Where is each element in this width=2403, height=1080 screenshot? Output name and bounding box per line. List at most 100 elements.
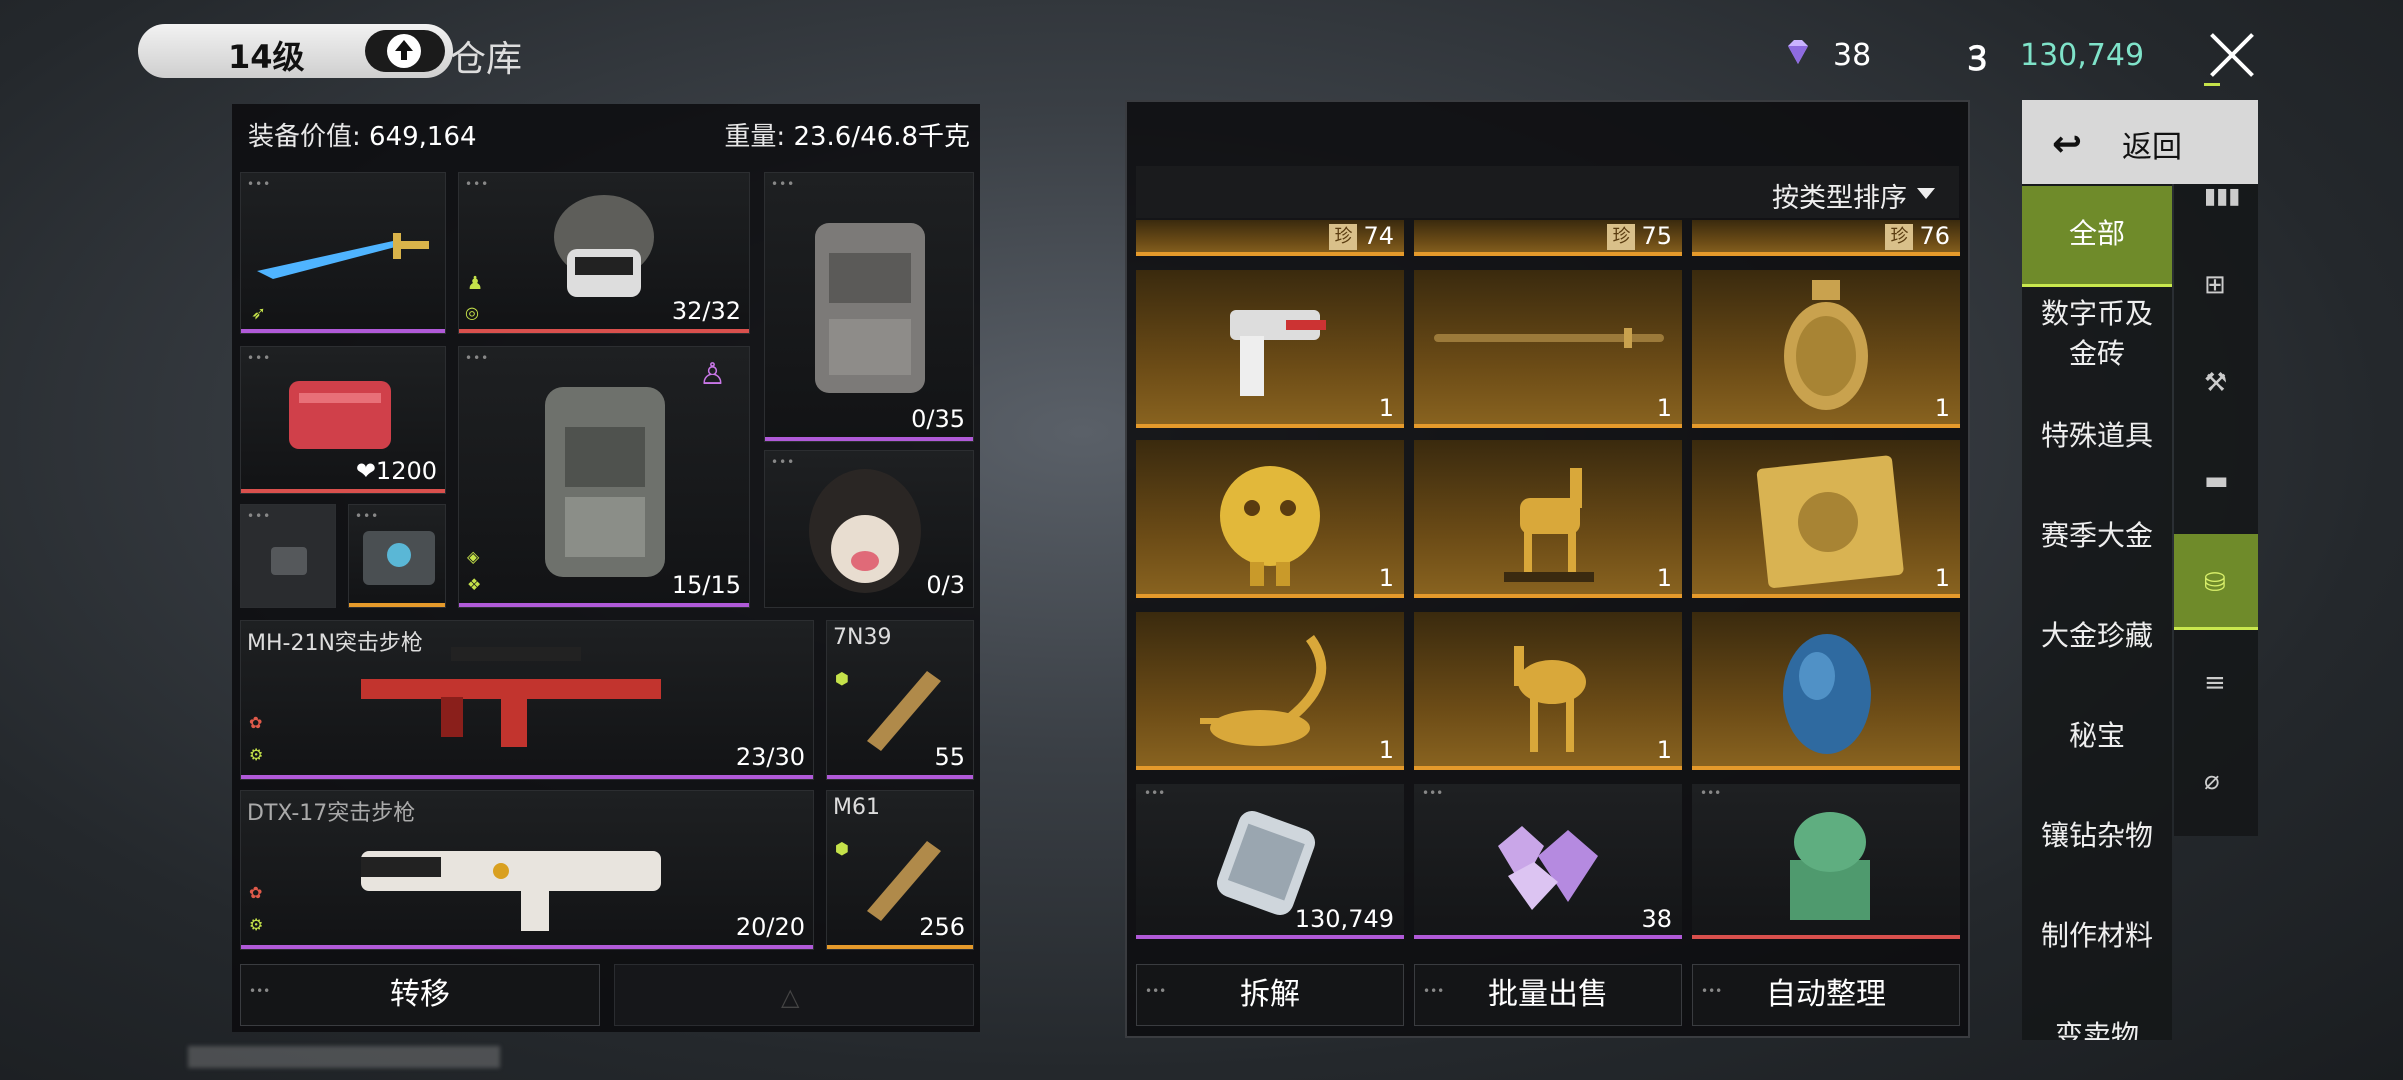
jade-seal-icon — [1790, 812, 1870, 920]
ammo2-slot[interactable]: M61 ⬢ 256 — [826, 790, 974, 950]
page-title: 仓库 — [450, 39, 523, 80]
category-icon-tools[interactable]: ⚒ — [2174, 334, 2258, 430]
storage-item[interactable]: 1 — [1136, 440, 1404, 598]
category-icon-medical[interactable]: ⊞ — [2174, 236, 2258, 332]
armor-count: 15/15 — [671, 571, 741, 599]
gold-deer-icon — [1504, 468, 1594, 582]
backpack-count: 0/35 — [911, 405, 965, 433]
body-figure-icon: ♙ — [699, 357, 726, 392]
medkit-icon — [289, 381, 391, 449]
storage-item[interactable]: 1 — [1692, 270, 1960, 428]
storage-item[interactable]: 1 — [1136, 612, 1404, 770]
category-icon-valuables[interactable]: ⛁ — [2174, 534, 2258, 630]
storage-item[interactable]: 1 — [1414, 270, 1682, 428]
category-icon-materials[interactable]: ⌀ — [2174, 732, 2258, 828]
value-amount: 649,164 — [369, 122, 477, 152]
armor-vest-icon — [545, 387, 665, 577]
mod-icon: ⚙ — [249, 745, 264, 764]
transfer-label: 转移 — [390, 977, 450, 1012]
category-icon-documents[interactable]: ≡ — [2174, 634, 2258, 730]
close-button[interactable] — [2204, 30, 2256, 86]
secondary-weapon-slot[interactable]: DTX-17突击步枪 ✿ ⚙ 20/20 — [240, 790, 814, 950]
dismantle-button[interactable]: 拆解 ••• — [1136, 964, 1404, 1026]
ammo-tag-icon: ⬢ — [835, 839, 849, 858]
goggles-icon: ◎ — [465, 303, 479, 322]
pouch-slot-empty[interactable]: ••• — [240, 504, 336, 608]
bulk-sell-label: 批量出售 — [1488, 977, 1608, 1012]
disabled-action-button: △ — [614, 964, 974, 1026]
gold-vase-icon — [1784, 280, 1868, 410]
helmet-icon — [554, 195, 654, 297]
gold-scorpion-icon — [1200, 635, 1327, 746]
helmet-slot[interactable]: ••• ♟ ◎ 32/32 — [458, 172, 750, 334]
storage-item[interactable]: 珍 74 — [1136, 220, 1404, 256]
storage-item-cash[interactable]: ••• 130,749 — [1136, 784, 1404, 939]
category-gold-collection[interactable]: 大金珍藏 — [2022, 616, 2172, 656]
storage-item-jade-seal[interactable]: ••• — [1692, 784, 1960, 939]
gold-sword-icon — [1434, 328, 1664, 348]
storage-item[interactable]: 1 — [1414, 612, 1682, 770]
gold-gun-icon — [1230, 310, 1326, 396]
blue-sword-icon — [257, 233, 429, 279]
sort-dropdown[interactable]: 按类型排序 — [1136, 166, 1959, 218]
storage-item[interactable]: 1 — [1414, 440, 1682, 598]
category-icon-container[interactable]: ▬ — [2174, 432, 2258, 528]
armor-tag-icon: ❖ — [467, 575, 482, 594]
storage-item[interactable]: 1 — [1136, 270, 1404, 428]
melee-slot[interactable]: ••• ➶ — [240, 172, 446, 334]
gold-document-icon — [1756, 455, 1904, 588]
person-icon: ♟ — [467, 273, 484, 294]
storage-item[interactable]: 珍 76 — [1692, 220, 1960, 256]
value-label: 装备价值: — [248, 122, 361, 152]
level-up-button[interactable] — [365, 30, 445, 72]
coin-count: 130,749 — [2020, 38, 2145, 73]
category-treasure[interactable]: 秘宝 — [2022, 716, 2172, 756]
category-sellables[interactable]: 变卖物 — [2022, 1016, 2172, 1040]
primary-weapon-slot[interactable]: MH-21N突击步枪 ✿ ⚙ 23/30 — [240, 620, 814, 780]
category-special-items[interactable]: 特殊道具 — [2022, 416, 2172, 456]
cash-count: 130,749 — [1294, 905, 1394, 933]
category-coins-gold[interactable]: 数字币及金砖 — [2022, 294, 2172, 374]
tablet-slot[interactable]: ••• — [348, 504, 446, 608]
storage-item[interactable]: 1 — [1692, 440, 1960, 598]
ammo2-count: 256 — [919, 913, 965, 941]
auto-sort-label: 自动整理 — [1766, 977, 1886, 1012]
auto-sort-button[interactable]: 自动整理 ••• — [1692, 964, 1960, 1026]
weapon2-ammo: 20/20 — [735, 913, 805, 941]
storage-item[interactable]: 珍 75 — [1414, 220, 1682, 256]
gems-icon — [1498, 826, 1598, 910]
hammer-icon: ⚒ — [2204, 368, 2228, 398]
diamond-icon — [1788, 40, 1808, 64]
mod-icon: ⚙ — [249, 915, 264, 934]
medkit-icon: ⊞ — [2204, 270, 2226, 300]
armor-slot[interactable]: ••• ♙ ◈ ❖ 15/15 — [458, 346, 750, 608]
category-crafting-materials[interactable]: 制作材料 — [2022, 916, 2172, 956]
backpack-slot[interactable]: ••• 0/35 — [764, 172, 974, 442]
pet-slot[interactable]: ••• 0/3 — [764, 450, 974, 608]
assault-rifle-icon — [361, 647, 661, 747]
back-arrow-icon: ↩ — [2052, 124, 2083, 165]
category-season-gold[interactable]: 赛季大金 — [2022, 516, 2172, 556]
bars-icon: ▮▮▮ — [2204, 184, 2241, 209]
storage-item[interactable] — [1692, 612, 1960, 770]
bulk-sell-button[interactable]: 批量出售 ••• — [1414, 964, 1682, 1026]
level-badge[interactable]: 14级 — [138, 24, 453, 78]
tablet-icon — [363, 531, 435, 585]
storage-item-gems[interactable]: ••• 38 — [1414, 784, 1682, 939]
run-icon: ➶ — [251, 303, 267, 324]
category-diamond-misc[interactable]: 镶钻杂物 — [2022, 816, 2172, 856]
medkit-slot[interactable]: ••• ❤1200 — [240, 346, 446, 494]
scroll-icon: ≡ — [2204, 668, 2226, 698]
dropdown-arrow-icon — [1917, 188, 1935, 199]
medkit-durability: ❤1200 — [355, 457, 437, 485]
tube-icon: ⌀ — [2204, 766, 2220, 796]
rare-badge-icon: 珍 — [1885, 224, 1914, 250]
ammo1-slot[interactable]: 7N39 ⬢ 55 — [826, 620, 974, 780]
weapon1-ammo: 23/30 — [735, 743, 805, 771]
ammo2-name: M61 — [833, 795, 880, 820]
transfer-button[interactable]: 转移 ••• — [240, 964, 600, 1026]
arrow-up-icon — [387, 34, 421, 68]
back-button[interactable]: ↩ 返回 — [2022, 100, 2258, 184]
rare-badge-icon: 珍 — [1329, 224, 1358, 250]
category-all[interactable]: 全部 — [2022, 186, 2172, 287]
